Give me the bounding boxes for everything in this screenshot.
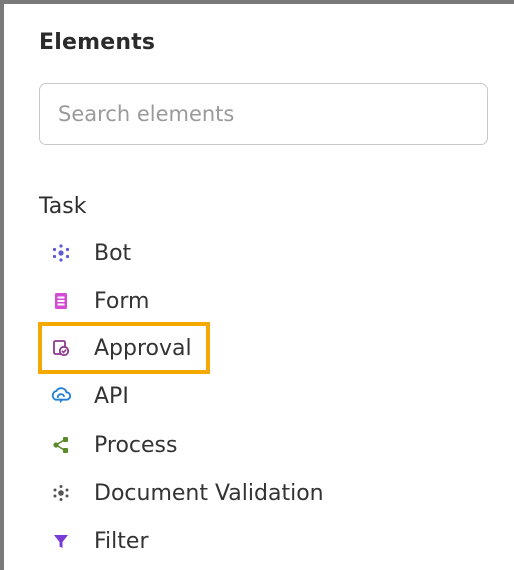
panel-title: Elements — [39, 30, 156, 55]
section-label-task: Task — [39, 194, 87, 219]
element-item-label: Filter — [94, 528, 149, 554]
element-item-label: Form — [94, 288, 150, 314]
element-item-label: Process — [94, 432, 178, 458]
element-item-api[interactable]: API — [50, 379, 129, 413]
document-validation-icon — [50, 482, 72, 504]
element-item-form[interactable]: Form — [50, 284, 149, 318]
element-item-label: Bot — [94, 240, 132, 266]
element-item-process[interactable]: Process — [50, 428, 177, 462]
filter-icon — [50, 530, 72, 552]
approval-icon — [50, 337, 72, 359]
process-icon — [50, 434, 72, 456]
elements-panel: Elements Task Bot For — [0, 0, 514, 570]
element-item-label: API — [94, 383, 129, 409]
element-item-approval[interactable]: Approval — [50, 331, 192, 365]
element-item-label: Document Validation — [94, 480, 324, 506]
bot-icon — [50, 242, 72, 264]
search-input[interactable] — [39, 83, 488, 145]
api-icon — [50, 385, 72, 407]
element-item-document-validation[interactable]: Document Validation — [50, 476, 324, 510]
element-item-bot[interactable]: Bot — [50, 236, 131, 270]
element-item-label: Approval — [94, 335, 192, 361]
element-item-filter[interactable]: Filter — [50, 524, 148, 558]
form-icon — [50, 290, 72, 312]
